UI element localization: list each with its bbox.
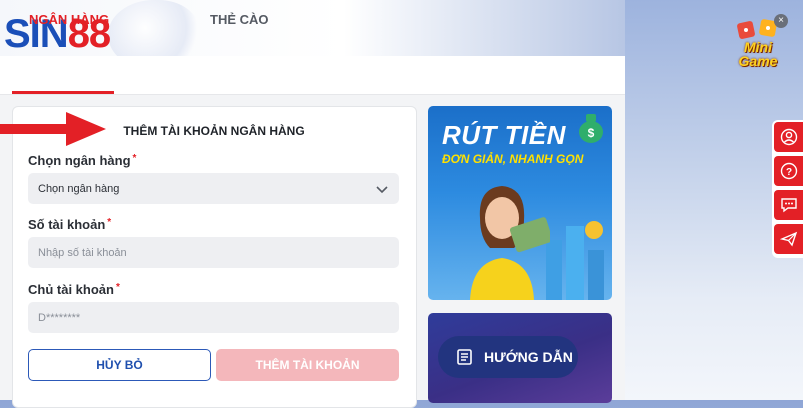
cancel-button[interactable]: HỦY BỎ [28,349,211,381]
side-user-button[interactable] [774,122,803,152]
promo-title: RÚT TIỀN [442,120,566,150]
chevron-down-icon [376,186,388,194]
bank-select-label: Chọn ngân hàng * [28,153,137,168]
active-tab-indicator [12,91,114,94]
side-chat-button[interactable] [774,190,803,220]
money-bag-icon: $ [579,114,603,143]
guide-book-icon [457,349,472,365]
bank-select[interactable]: Chọn ngân hàng [28,173,399,204]
account-holder-label: Chủ tài khoản * [28,282,120,297]
add-account-button[interactable]: THÊM TÀI KHOẢN [216,349,399,381]
svg-text:?: ? [785,167,791,178]
account-number-label: Số tài khoản * [28,217,112,232]
side-help-button[interactable]: ? [774,156,803,186]
form-title: THÊM TÀI KHOẢN NGÂN HÀNG [123,124,305,138]
tab-card[interactable]: THẺ CÀO [210,12,269,27]
promo-subtitle: ĐƠN GIẢN, NHANH GỌN [442,152,584,166]
withdraw-promo-banner[interactable]: RÚT TIỀN $ ĐƠN GIẢN, NHANH GỌN [428,106,612,300]
city-buildings-icon [546,221,604,300]
account-number-input[interactable]: Nhập số tài khoản [28,237,399,268]
user-icon [780,128,797,146]
account-number-placeholder: Nhập số tài khoản [38,246,127,259]
chat-icon [780,198,797,213]
account-holder-field[interactable]: D******** [28,302,399,333]
tab-bank[interactable]: NGÂN HÀNG [29,12,109,27]
side-telegram-button[interactable] [774,224,803,254]
svg-text:$: $ [588,126,595,140]
help-icon: ? [780,162,797,180]
guide-banner[interactable]: HƯỚNG DẪN [428,313,612,403]
account-holder-value: D******** [38,311,81,324]
tab-bar [0,56,625,95]
promo-girl-image [470,186,550,300]
minigame-label: Mini Game [738,39,778,69]
guide-button[interactable]: HƯỚNG DẪN [438,336,578,378]
telegram-icon [779,231,797,247]
side-support-menu: ? [772,120,803,258]
minigame-close-button[interactable]: × [774,14,788,28]
bank-select-value: Chọn ngân hàng [38,182,120,195]
guide-label: HƯỚNG DẪN [484,349,573,365]
